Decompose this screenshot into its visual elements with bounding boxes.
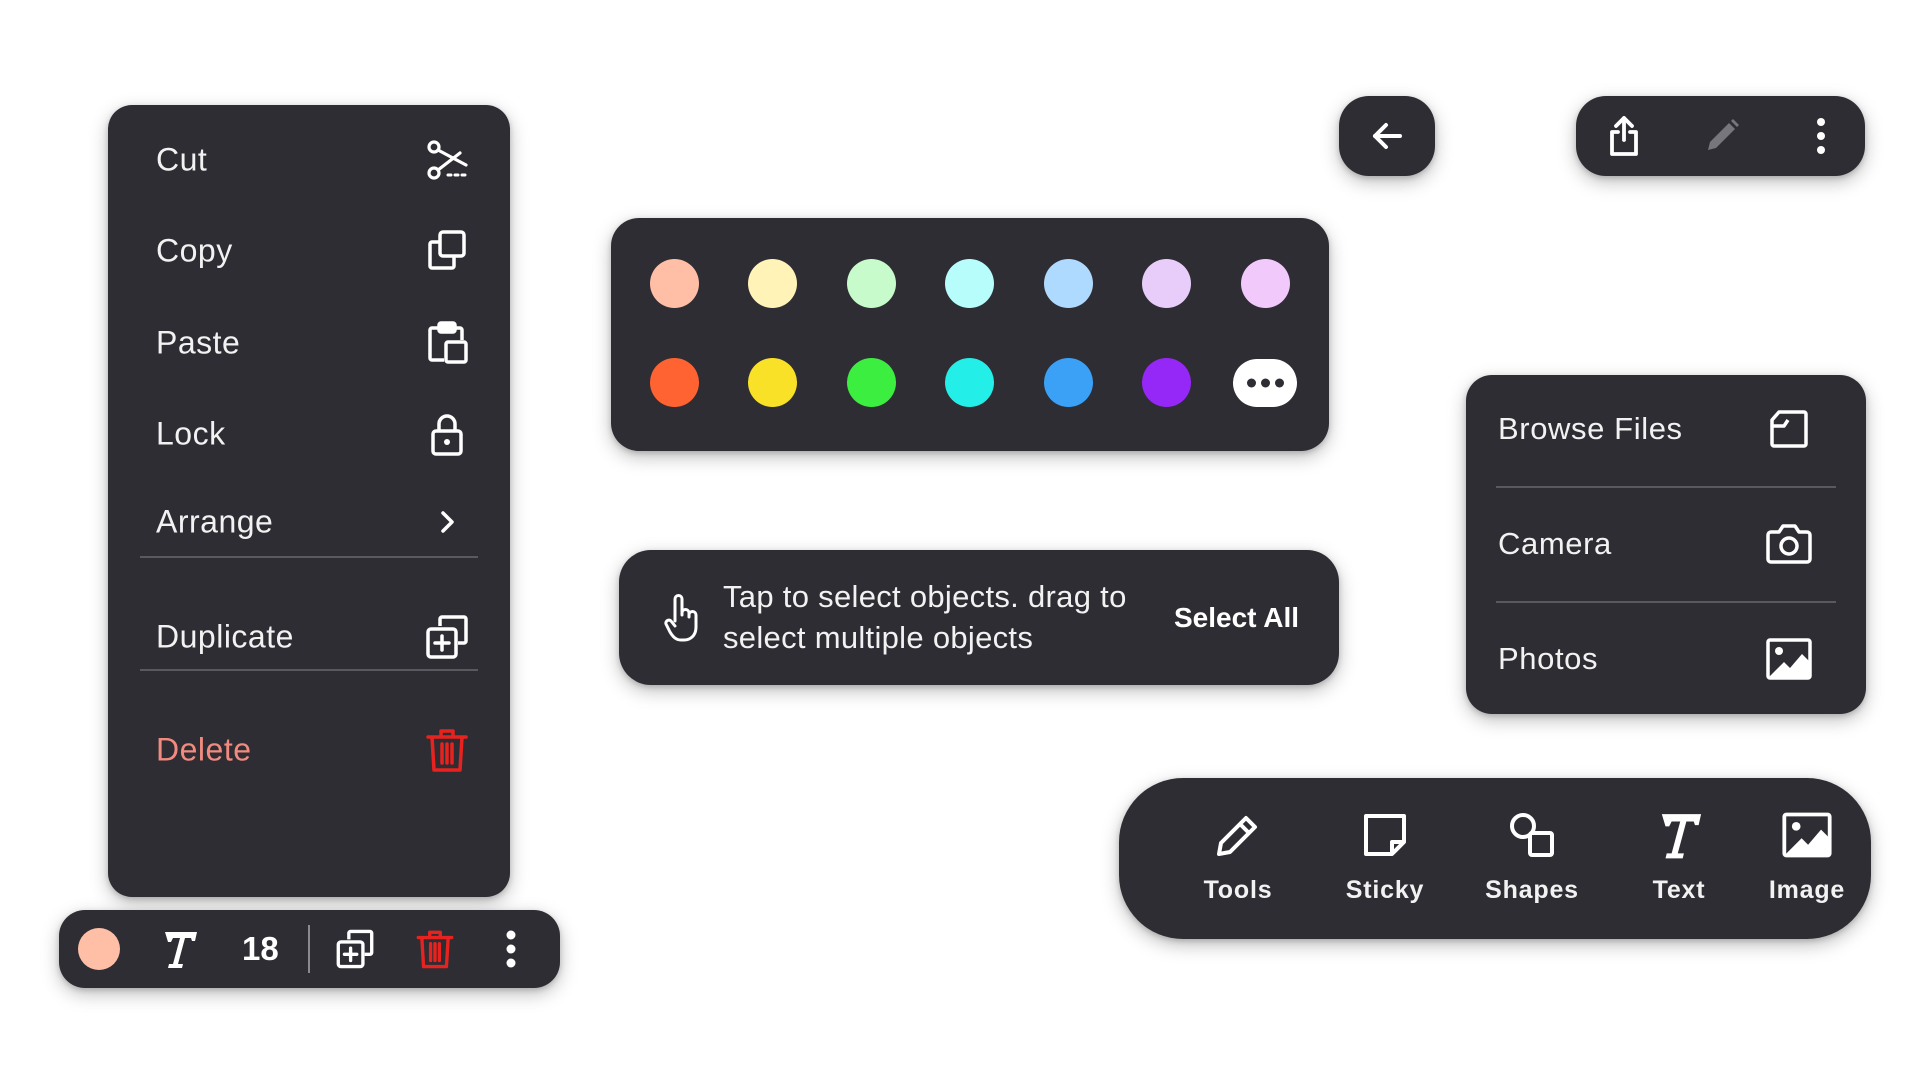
import-item-label: Photos — [1498, 641, 1599, 676]
color-swatch-strong-5[interactable] — [1044, 358, 1093, 407]
tool-label: Sticky — [1345, 876, 1425, 904]
tool-label: Shapes — [1485, 876, 1579, 904]
import-item-browse-files[interactable]: Browse Files — [1466, 399, 1866, 459]
text-format-toolbar: 18 — [59, 910, 560, 988]
color-palette — [611, 218, 1329, 451]
snackbar-message: Tap to select objects. drag to select mu… — [723, 579, 1127, 655]
color-swatch-strong-3[interactable] — [847, 358, 896, 407]
tool-label: Tools — [1203, 876, 1273, 904]
back-button[interactable] — [1339, 96, 1435, 176]
color-swatch-light-4[interactable] — [945, 259, 994, 308]
tool-sticky[interactable]: Sticky — [1311, 808, 1459, 918]
sticky-note-icon — [1358, 808, 1412, 862]
touch-hand-icon — [663, 593, 703, 643]
more-horizontal-icon — [1261, 378, 1270, 388]
tool-text[interactable]: Text — [1605, 808, 1753, 918]
more-horizontal-icon — [1247, 378, 1256, 388]
color-swatch-light-2[interactable] — [748, 259, 797, 308]
shapes-icon — [1505, 808, 1559, 862]
copy-icon — [422, 226, 472, 276]
color-swatch[interactable] — [78, 928, 120, 970]
color-swatch-light-7[interactable] — [1241, 259, 1290, 308]
tool-shapes[interactable]: Shapes — [1458, 808, 1606, 918]
duplicate-icon — [422, 612, 472, 662]
color-swatch-light-3[interactable] — [847, 259, 896, 308]
menu-item-label: Cut — [156, 141, 208, 178]
import-item-photos[interactable]: Photos — [1466, 629, 1866, 689]
pencil-icon — [1211, 808, 1265, 862]
image-icon — [1780, 808, 1834, 862]
select-all-button[interactable]: Select All — [1174, 602, 1299, 634]
bottom-tool-bar: Tools Sticky Shapes Text Image — [1119, 778, 1871, 939]
share-icon[interactable] — [1606, 114, 1642, 158]
menu-item-label: Arrange — [156, 503, 274, 540]
color-swatch-strong-6[interactable] — [1142, 358, 1191, 407]
menu-item-arrange[interactable]: Arrange — [108, 494, 510, 550]
scissors-icon — [422, 135, 472, 185]
tool-label: Text — [1652, 876, 1706, 904]
text-style-icon[interactable] — [157, 927, 201, 971]
trash-icon — [422, 725, 472, 775]
pencil-icon[interactable] — [1703, 117, 1741, 155]
menu-item-label: Paste — [156, 324, 241, 361]
image-icon — [1764, 634, 1814, 684]
color-swatch-strong-1[interactable] — [650, 358, 699, 407]
more-vertical-icon[interactable] — [505, 929, 517, 969]
menu-item-paste[interactable]: Paste — [108, 315, 510, 371]
menu-item-lock[interactable]: Lock — [108, 406, 510, 462]
top-action-bar — [1576, 96, 1865, 176]
more-colors-button[interactable] — [1233, 359, 1297, 407]
menu-divider — [140, 669, 478, 671]
import-item-label: Browse Files — [1498, 411, 1683, 446]
paste-icon — [422, 318, 472, 368]
menu-item-duplicate[interactable]: Duplicate — [108, 609, 510, 665]
menu-item-delete[interactable]: Delete — [108, 722, 510, 778]
menu-divider — [1496, 486, 1836, 488]
menu-divider — [1496, 601, 1836, 603]
menu-item-copy[interactable]: Copy — [108, 223, 510, 279]
import-item-camera[interactable]: Camera — [1466, 514, 1866, 574]
color-swatch-light-1[interactable] — [650, 259, 699, 308]
color-swatch-light-6[interactable] — [1142, 259, 1191, 308]
duplicate-icon[interactable] — [333, 927, 377, 971]
tool-label: Image — [1768, 876, 1846, 904]
more-vertical-icon[interactable] — [1816, 116, 1826, 156]
arrow-back-icon — [1369, 118, 1405, 154]
camera-icon — [1764, 519, 1814, 569]
selection-hint-snackbar: Tap to select objects. drag to select mu… — [619, 550, 1339, 685]
text-icon — [1652, 808, 1706, 862]
menu-item-label: Duplicate — [156, 618, 294, 655]
color-swatch-light-5[interactable] — [1044, 259, 1093, 308]
chevron-right-icon — [422, 497, 472, 547]
menu-item-cut[interactable]: Cut — [108, 132, 510, 188]
color-swatch-strong-4[interactable] — [945, 358, 994, 407]
menu-divider — [140, 556, 478, 558]
tool-tools[interactable]: Tools — [1164, 808, 1312, 918]
import-menu: Browse Files Camera Photos — [1466, 375, 1866, 714]
tool-image[interactable]: Image — [1752, 808, 1862, 918]
import-item-label: Camera — [1498, 526, 1612, 561]
folder-icon — [1764, 404, 1814, 454]
menu-item-label: Delete — [156, 731, 252, 768]
more-horizontal-icon — [1275, 378, 1284, 388]
menu-item-label: Lock — [156, 415, 226, 452]
font-size-value[interactable]: 18 — [242, 930, 279, 968]
trash-icon[interactable] — [413, 927, 457, 971]
context-menu: Cut Copy Paste Lock Arrange Duplicate De… — [108, 105, 510, 897]
menu-item-label: Copy — [156, 232, 233, 269]
lock-icon — [422, 409, 472, 459]
color-swatch-strong-2[interactable] — [748, 358, 797, 407]
toolbar-divider — [308, 925, 310, 973]
